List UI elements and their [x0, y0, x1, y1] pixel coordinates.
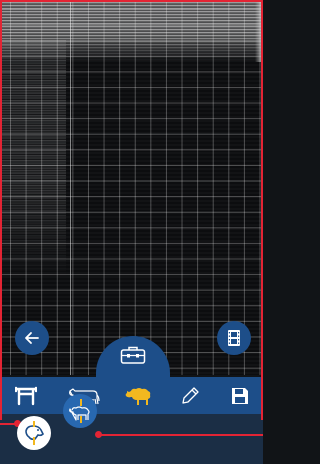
tool-pencil[interactable]: [172, 377, 208, 414]
film-strip-icon: [228, 330, 240, 346]
gate-icon: [15, 386, 37, 405]
probe-mode-head[interactable]: [17, 416, 51, 450]
ultrasound-screen: [0, 0, 263, 464]
frame-top: [0, 0, 263, 2]
grid-reference-line: [70, 2, 71, 375]
frame-right: [261, 0, 263, 420]
probe-mode-side[interactable]: [63, 394, 97, 428]
sheep-icon: [125, 387, 151, 405]
tool-sheep[interactable]: [118, 377, 158, 414]
pencil-icon: [182, 386, 199, 404]
film-button[interactable]: [217, 321, 251, 355]
arrow-left-icon: [25, 332, 39, 344]
tool-gate[interactable]: [6, 377, 46, 414]
back-button[interactable]: [15, 321, 49, 355]
sheep-head-probe-icon: [25, 421, 44, 445]
toolbox-icon: [120, 346, 146, 364]
frame-left: [0, 0, 2, 420]
sheep-side-probe-icon: [69, 399, 90, 423]
tool-save[interactable]: [222, 377, 258, 414]
save-icon: [232, 387, 248, 404]
measurement-grid: [2, 2, 261, 375]
annotation-line-right: [99, 434, 263, 436]
